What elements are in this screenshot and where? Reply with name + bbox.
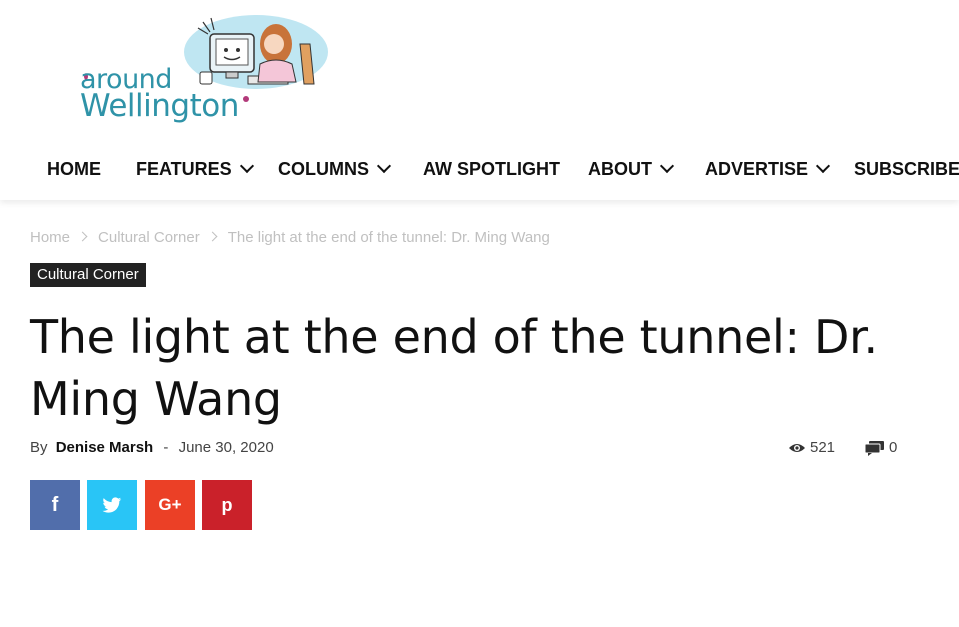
- chevron-right-icon: [207, 231, 218, 242]
- google-plus-icon: G+: [158, 495, 182, 514]
- twitter-icon: [102, 496, 122, 513]
- article-title: The light at the end of the tunnel: Dr. …: [30, 310, 878, 426]
- main-navigation: HOME FEATURES COLUMNS AW SPOTLIGHT ABOUT…: [0, 150, 959, 192]
- comments-icon: [864, 440, 884, 456]
- breadcrumb-home-link[interactable]: Home: [30, 229, 70, 246]
- comment-count[interactable]: 0: [864, 439, 898, 456]
- chevron-down-icon: [815, 158, 831, 174]
- eye-icon: [789, 444, 805, 453]
- byline-prefix: By: [30, 439, 48, 456]
- category-tag[interactable]: Cultural Corner: [30, 263, 146, 287]
- publish-date: June 30, 2020: [178, 439, 274, 456]
- meta-separator: -: [163, 439, 169, 456]
- nav-item-features[interactable]: FEATURES: [136, 158, 254, 180]
- nav-item-label: ABOUT: [588, 159, 652, 179]
- comment-count-value: 0: [889, 439, 898, 456]
- pinterest-icon: p: [221, 494, 233, 515]
- nav-item-label: SUBSCRIBE: [854, 159, 959, 179]
- facebook-icon: f: [51, 493, 59, 516]
- nav-item-aw-spotlight[interactable]: AW SPOTLIGHT: [423, 159, 560, 180]
- twitter-share-button[interactable]: [87, 480, 137, 530]
- author-link[interactable]: Denise Marsh: [56, 439, 154, 456]
- article-meta: By Denise Marsh - June 30, 2020: [30, 439, 274, 456]
- view-count: 521: [788, 439, 835, 456]
- nav-item-subscribe[interactable]: SUBSCRIBE: [854, 159, 959, 180]
- logo-wordmark-wellington: Wellington: [80, 88, 239, 124]
- pinterest-share-button[interactable]: p: [202, 480, 252, 530]
- site-header: around Wellington HOME FEATURES COLUMNS …: [0, 0, 959, 200]
- site-logo[interactable]: around Wellington: [78, 14, 328, 132]
- view-count-value: 521: [810, 439, 836, 456]
- nav-item-label: ADVERTISE: [705, 159, 809, 179]
- nav-item-label: FEATURES: [136, 159, 232, 179]
- nav-item-home[interactable]: HOME: [47, 159, 101, 180]
- nav-item-label: COLUMNS: [278, 159, 369, 179]
- nav-item-label: AW SPOTLIGHT: [423, 159, 560, 179]
- facebook-share-button[interactable]: f: [30, 480, 80, 530]
- google-plus-share-button[interactable]: G+: [145, 480, 195, 530]
- chevron-down-icon: [659, 158, 675, 174]
- nav-item-columns[interactable]: COLUMNS: [278, 158, 392, 180]
- nav-item-advertise[interactable]: ADVERTISE: [705, 158, 831, 180]
- nav-item-label: HOME: [47, 159, 101, 179]
- chevron-right-icon: [77, 231, 88, 242]
- chevron-down-icon: [376, 158, 392, 174]
- breadcrumb: Home Cultural Corner The light at the end …: [30, 229, 550, 246]
- chevron-down-icon: [239, 158, 254, 174]
- breadcrumb-category-link[interactable]: Cultural Corner: [98, 229, 200, 246]
- nav-item-about[interactable]: ABOUT: [588, 158, 675, 180]
- breadcrumb-current: The light at the end of the tunnel: Dr. …: [227, 229, 550, 246]
